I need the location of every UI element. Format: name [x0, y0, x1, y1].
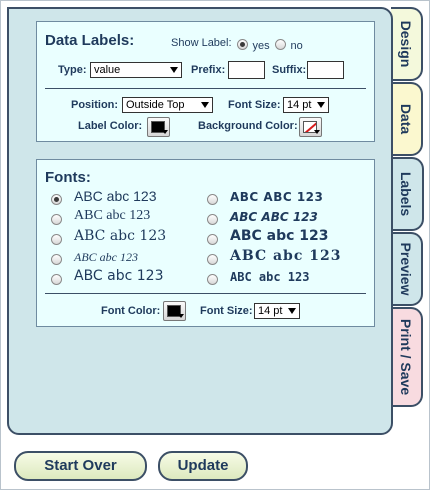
position-label: Position:: [71, 99, 119, 111]
tab-design-label: Design: [398, 20, 414, 68]
divider: [45, 88, 366, 89]
tab-print-save[interactable]: Print / Save: [391, 307, 423, 407]
font-option-10[interactable]: [207, 271, 218, 289]
font-option-radio[interactable]: [207, 254, 218, 266]
tab-labels-label: Labels: [398, 171, 414, 217]
font-sample-7: ABC ABC 123: [230, 210, 318, 224]
font-sample-4: ABC abc 123: [74, 250, 138, 264]
show-label-no-radio[interactable]: [275, 39, 286, 51]
tab-data[interactable]: Data: [391, 82, 423, 156]
font-option-radio[interactable]: [51, 234, 62, 246]
font-option-radio[interactable]: [51, 254, 62, 266]
label-font-size-value: 14 pt: [287, 99, 312, 111]
suffix-label: Suffix:: [272, 64, 307, 76]
chevron-down-icon: [162, 130, 168, 134]
font-option-5[interactable]: [51, 271, 62, 289]
chevron-down-icon: [170, 67, 178, 73]
show-label-no-option[interactable]: no: [275, 36, 303, 54]
label-font-size-select[interactable]: 14 pt: [283, 97, 329, 113]
show-label-yes-option[interactable]: yes: [237, 36, 270, 54]
label-color-label: Label Color:: [78, 120, 143, 132]
suffix-input[interactable]: [307, 61, 344, 79]
tab-data-label: Data: [398, 103, 414, 135]
label-font-size-label: Font Size:: [228, 99, 281, 111]
font-option-2[interactable]: [51, 211, 62, 229]
show-label-yes-radio[interactable]: [237, 39, 248, 51]
chevron-down-icon: [314, 130, 320, 134]
font-option-radio[interactable]: [207, 274, 218, 286]
labels-panel: Data Labels: Show Label: yes no Type: va…: [7, 7, 393, 435]
type-select-value: value: [94, 64, 121, 76]
font-option-radio[interactable]: [207, 214, 218, 226]
font-sample-8: ABC abc 123: [230, 228, 329, 244]
data-labels-title: Data Labels:: [45, 32, 135, 49]
data-labels-group: Data Labels: Show Label: yes no Type: va…: [36, 21, 375, 142]
font-option-4[interactable]: [51, 251, 62, 269]
background-color-picker[interactable]: [299, 117, 322, 137]
font-sample-9: ABC abc 123: [230, 248, 342, 264]
show-label-no-text: no: [290, 40, 303, 52]
tab-preview-label: Preview: [398, 242, 414, 296]
fonts-group: Fonts: ABC abc 123 ABC abc 123 ABC abc 1…: [36, 159, 375, 327]
show-label-label: Show Label:: [171, 37, 232, 49]
font-sample-6: ABC ABC 123: [230, 190, 324, 204]
fonts-title: Fonts:: [45, 169, 91, 186]
font-option-1[interactable]: [51, 191, 62, 209]
font-option-7[interactable]: [207, 211, 218, 229]
font-option-radio[interactable]: [207, 234, 218, 246]
background-color-label: Background Color:: [198, 120, 298, 132]
font-option-radio[interactable]: [51, 274, 62, 286]
position-select-value: Outside Top: [126, 99, 185, 111]
font-size-select-value: 14 pt: [258, 305, 283, 317]
font-option-radio[interactable]: [51, 194, 62, 206]
type-select[interactable]: value: [90, 62, 182, 78]
font-option-6[interactable]: [207, 191, 218, 209]
divider: [45, 293, 366, 294]
font-sample-10: ABC abc 123: [230, 270, 310, 284]
tab-print-save-label: Print / Save: [398, 318, 414, 396]
font-sample-3: ABC abc 123: [74, 228, 167, 244]
font-sample-2: ABC abc 123: [74, 208, 151, 223]
font-option-3[interactable]: [51, 231, 62, 249]
start-over-button[interactable]: Start Over: [14, 451, 147, 481]
prefix-label: Prefix:: [191, 64, 226, 76]
chevron-down-icon: [288, 308, 296, 314]
tab-design[interactable]: Design: [391, 7, 423, 81]
chevron-down-icon: [317, 102, 325, 108]
font-color-label: Font Color:: [101, 305, 161, 317]
update-button[interactable]: Update: [158, 451, 248, 481]
chevron-down-icon: [178, 314, 184, 318]
font-sample-5: ABC abc 123: [74, 268, 164, 284]
position-select[interactable]: Outside Top: [122, 97, 213, 113]
tab-preview[interactable]: Preview: [391, 232, 423, 306]
label-color-picker[interactable]: [147, 117, 170, 137]
font-option-8[interactable]: [207, 231, 218, 249]
show-label-yes-text: yes: [252, 40, 270, 52]
font-option-radio[interactable]: [51, 214, 62, 226]
font-option-radio[interactable]: [207, 194, 218, 206]
font-size-label: Font Size:: [200, 305, 253, 317]
chevron-down-icon: [201, 102, 209, 108]
font-size-select[interactable]: 14 pt: [254, 303, 300, 319]
tab-labels[interactable]: Labels: [390, 157, 424, 231]
prefix-input[interactable]: [228, 61, 265, 79]
font-option-9[interactable]: [207, 251, 218, 269]
font-sample-1: ABC abc 123: [74, 188, 157, 204]
font-color-picker[interactable]: [163, 301, 186, 321]
type-label: Type:: [58, 64, 87, 76]
